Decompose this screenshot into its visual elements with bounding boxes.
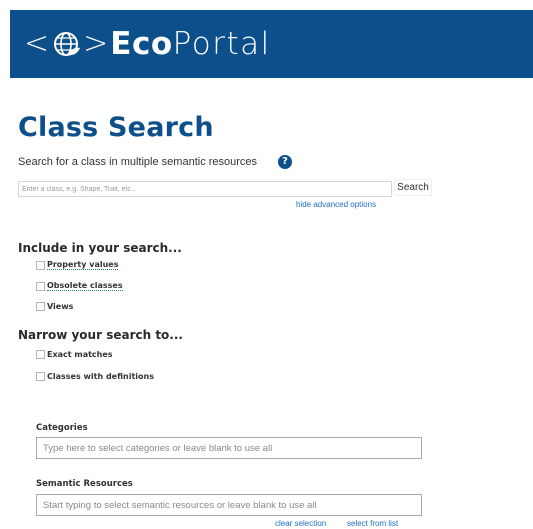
exact-matches-label: Exact matches [47,350,113,359]
page-title: Class Search [18,112,214,143]
views-label: Views [47,302,74,311]
obsolete-classes-label: Obsolete classes [47,281,123,291]
classes-with-definitions-checkbox[interactable] [36,372,45,381]
option-views[interactable]: Views [36,302,73,311]
semantic-resources-input[interactable] [36,494,422,516]
search-button[interactable]: Search [394,179,432,196]
select-from-list-link[interactable]: select from list [347,519,398,528]
narrow-heading: Narrow your search to... [18,328,183,342]
logo-eco-text: Eco [110,26,173,62]
include-heading: Include in your search... [18,241,182,255]
obsolete-classes-checkbox[interactable] [36,281,45,291]
option-obsolete-classes[interactable]: Obsolete classes [36,281,123,291]
semantic-resources-label: Semantic Resources [36,479,133,489]
classes-with-definitions-label: Classes with definitions [47,372,154,381]
logo-bracket-close: > [83,26,109,61]
exact-matches-checkbox[interactable] [36,350,45,359]
property-values-label: Property values [47,260,119,270]
logo-portal-text: Portal [172,26,271,62]
categories-input[interactable] [36,437,422,459]
option-exact-matches[interactable]: Exact matches [36,350,113,359]
property-values-checkbox[interactable] [36,260,45,270]
logo-bracket-open: < [24,26,50,61]
clear-selection-link[interactable]: clear selection [275,519,326,528]
class-search-input[interactable] [18,181,392,197]
page-subtitle: Search for a class in multiple semantic … [18,156,258,168]
views-checkbox[interactable] [36,302,45,311]
help-icon[interactable]: ? [278,155,292,169]
option-property-values[interactable]: Property values [36,260,119,270]
categories-label: Categories [36,423,88,433]
option-classes-with-definitions[interactable]: Classes with definitions [36,372,154,381]
header-banner: < > Eco Portal [10,10,533,78]
ecoportal-logo[interactable]: < > Eco Portal [24,22,271,66]
globe-leaf-icon [54,32,81,56]
hide-advanced-options-link[interactable]: hide advanced options [296,200,376,209]
